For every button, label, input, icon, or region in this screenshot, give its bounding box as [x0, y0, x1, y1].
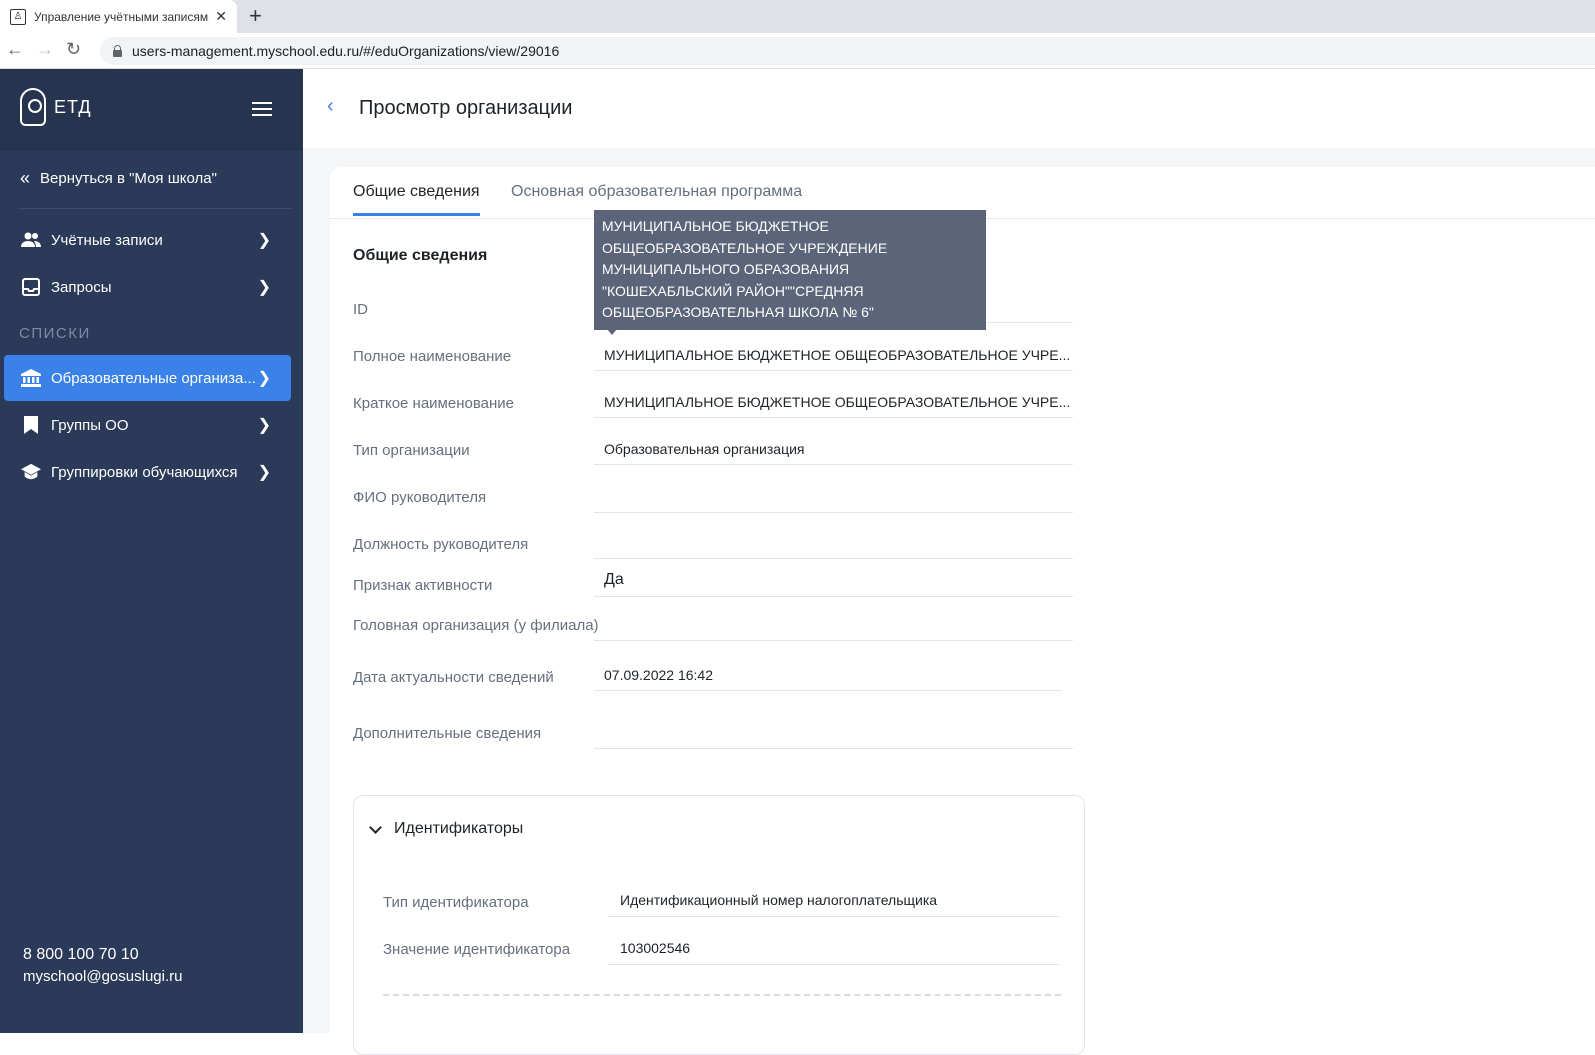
close-tab-icon[interactable]: ✕ [215, 8, 227, 25]
inbox-icon [21, 277, 41, 297]
url-text: users-management.myschool.edu.ru/#/eduOr… [132, 43, 560, 59]
sidebar-item-oo-groups[interactable]: Группы ОО ❯ [4, 402, 291, 448]
sidebar-item-requests[interactable]: Запросы ❯ [4, 264, 291, 310]
forward-icon[interactable]: → [36, 39, 54, 60]
support-email[interactable]: myschool@gosuslugi.ru [23, 968, 182, 985]
field-value-parent-org [594, 617, 1073, 641]
browser-tab-title: Управление учётными записями [34, 9, 209, 24]
reload-icon[interactable]: ↻ [66, 39, 81, 60]
chevron-right-icon: ❯ [257, 464, 271, 481]
field-value-head-position [594, 535, 1073, 559]
lock-icon [112, 45, 122, 57]
sidebar-item-label: Учётные записи [51, 231, 163, 249]
double-chevron-left-icon: « [20, 168, 31, 188]
field-label-actual-date: Дата актуальности сведений [353, 669, 554, 686]
tooltip-line: ОБЩЕОБРАЗОВАТЕЛЬНОЕ УЧРЕЖДЕНИЕ [602, 239, 888, 256]
sidebar: ЕТД « Вернуться в "Моя школа" Учётные за… [0, 69, 303, 1033]
tooltip-arrow [607, 329, 617, 335]
field-label-head-position: Должность руководителя [353, 536, 529, 553]
tooltip-line: МУНИЦИПАЛЬНОЕ БЮДЖЕТНОЕ [602, 218, 829, 234]
identifier-type-value: Идентификационный номер налогоплательщик… [608, 892, 1060, 917]
support-contacts: 8 800 100 70 10 myschool@gosuslugi.ru [23, 946, 182, 985]
field-label-id: ID [353, 301, 368, 318]
field-value-additional-info [594, 725, 1073, 749]
identifier-value-value: 103002546 [608, 940, 1060, 965]
tab-general-info[interactable]: Общие сведения [353, 183, 480, 216]
sidebar-item-label: Образовательные организа... [51, 369, 256, 387]
field-value-short-name[interactable]: МУНИЦИПАЛЬНОЕ БЮДЖЕТНОЕ ОБЩЕОБРАЗОВАТЕЛЬ… [594, 394, 1073, 418]
sidebar-item-label: Группы ОО [51, 416, 129, 434]
full-name-tooltip: МУНИЦИПАЛЬНОЕ БЮДЖЕТНОЕ ОБЩЕОБРАЗОВАТЕЛЬ… [594, 210, 986, 330]
tooltip-line: "КОШЕХАБЛЬСКИЙ РАЙОН""СРЕДНЯЯ [602, 282, 864, 299]
back-arrow-icon[interactable]: ‹ [327, 95, 334, 118]
field-value-org-type: Образовательная организация [594, 441, 1073, 465]
field-label-org-type: Тип организации [353, 442, 470, 459]
identifier-type-label: Тип идентификатора [383, 894, 529, 911]
tab-main-edu-program[interactable]: Основная образовательная программа [511, 183, 802, 213]
identifiers-panel: Идентификаторы Тип идентификатора Иденти… [353, 795, 1085, 1055]
field-label-activity: Признак активности [353, 577, 493, 594]
menu-icon[interactable] [252, 102, 272, 116]
browser-tabstrip: ♙ Управление учётными записями ✕ + [0, 0, 1595, 33]
field-label-head-name: ФИО руководителя [353, 489, 487, 506]
graduation-cap-icon [21, 462, 41, 482]
owl-logo-icon [20, 88, 46, 126]
field-label-parent-org: Головная организация (у филиала) [353, 617, 599, 634]
bookmark-icon [21, 415, 41, 435]
sidebar-item-accounts[interactable]: Учётные записи ❯ [4, 217, 291, 263]
identifiers-toggle[interactable]: Идентификаторы [369, 820, 524, 838]
identifiers-title: Идентификаторы [394, 820, 524, 837]
logo-text: ЕТД [54, 97, 92, 117]
chevron-right-icon: ❯ [257, 417, 271, 434]
section-label-lists: СПИСКИ [19, 325, 91, 342]
sidebar-item-edu-organizations[interactable]: Образовательные организа... ❯ [4, 355, 291, 401]
users-icon [21, 230, 41, 250]
sidebar-divider [18, 208, 292, 209]
favicon-icon: ♙ [10, 8, 26, 25]
section-title-general: Общие сведения [353, 247, 488, 264]
sidebar-item-label: Группировки обучающихся [51, 463, 238, 481]
page-header: ‹ Просмотр организации [303, 69, 1595, 148]
chevron-right-icon: ❯ [257, 370, 271, 387]
support-phone: 8 800 100 70 10 [23, 946, 139, 963]
institution-icon [21, 368, 41, 388]
url-field[interactable]: users-management.myschool.edu.ru/#/eduOr… [100, 37, 1595, 65]
identifier-value-label: Значение идентификатора [383, 941, 571, 958]
field-label-full-name: Полное наименование [353, 348, 512, 365]
back-icon[interactable]: ← [6, 39, 24, 60]
chevron-down-icon [369, 820, 382, 834]
field-label-short-name: Краткое наименование [353, 395, 514, 412]
tooltip-line: ОБЩЕОБРАЗОВАТЕЛЬНАЯ ШКОЛА № 6" [602, 304, 874, 320]
field-label-additional-info: Дополнительные сведения [353, 725, 542, 742]
new-tab-button[interactable]: + [249, 3, 262, 29]
field-value-full-name[interactable]: МУНИЦИПАЛЬНОЕ БЮДЖЕТНОЕ ОБЩЕОБРАЗОВАТЕЛЬ… [594, 347, 1073, 371]
field-value-actual-date: 07.09.2022 16:42 [594, 667, 1062, 691]
address-bar: ← → ↻ users-management.myschool.edu.ru/#… [0, 33, 1595, 69]
field-value-head-name [594, 489, 1073, 513]
dashed-divider [383, 994, 1061, 996]
field-value-activity: Да [594, 571, 1073, 597]
chevron-right-icon: ❯ [257, 232, 271, 249]
chevron-right-icon: ❯ [257, 279, 271, 296]
back-to-school-label: Вернуться в "Моя школа" [40, 170, 217, 187]
tooltip-line: МУНИЦИПАЛЬНОГО ОБРАЗОВАНИЯ [602, 261, 850, 277]
sidebar-logo-row: ЕТД [0, 69, 303, 151]
back-to-school-link[interactable]: « Вернуться в "Моя школа" [20, 168, 217, 189]
sidebar-item-label: Запросы [51, 278, 112, 296]
browser-tab[interactable]: ♙ Управление учётными записями ✕ [0, 0, 237, 33]
sidebar-item-student-groupings[interactable]: Группировки обучающихся ❯ [4, 449, 291, 495]
page-title: Просмотр организации [359, 97, 573, 119]
